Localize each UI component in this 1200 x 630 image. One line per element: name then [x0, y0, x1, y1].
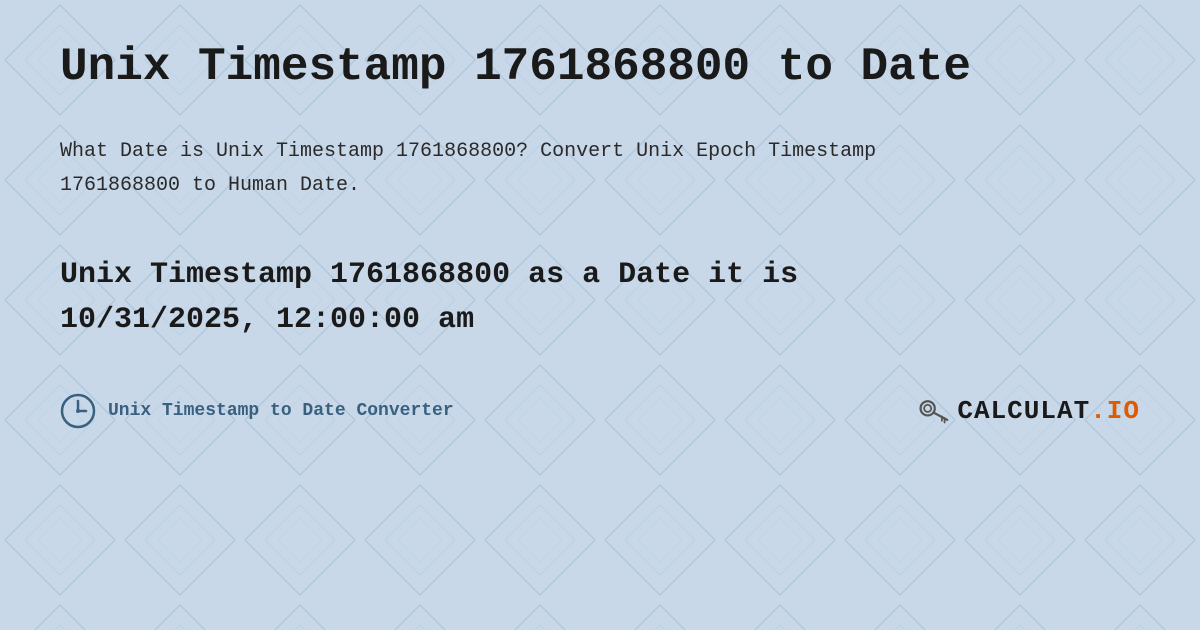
footer-link[interactable]: Unix Timestamp to Date Converter [60, 393, 454, 429]
page-description: What Date is Unix Timestamp 1761868800? … [60, 135, 960, 203]
page-title: Unix Timestamp 1761868800 to Date [60, 40, 1140, 95]
main-content: Unix Timestamp 1761868800 to Date What D… [0, 0, 1200, 469]
key-icon [917, 395, 949, 427]
logo-dot-io: .IO [1090, 396, 1140, 426]
page-footer: Unix Timestamp to Date Converter CALCULA… [60, 393, 1140, 429]
clock-icon [60, 393, 96, 429]
logo: CALCULAT.IO [917, 395, 1140, 427]
footer-link-text: Unix Timestamp to Date Converter [108, 401, 454, 421]
logo-text: CALCULAT.IO [957, 396, 1140, 426]
result-text: Unix Timestamp 1761868800 as a Date it i… [60, 253, 960, 343]
